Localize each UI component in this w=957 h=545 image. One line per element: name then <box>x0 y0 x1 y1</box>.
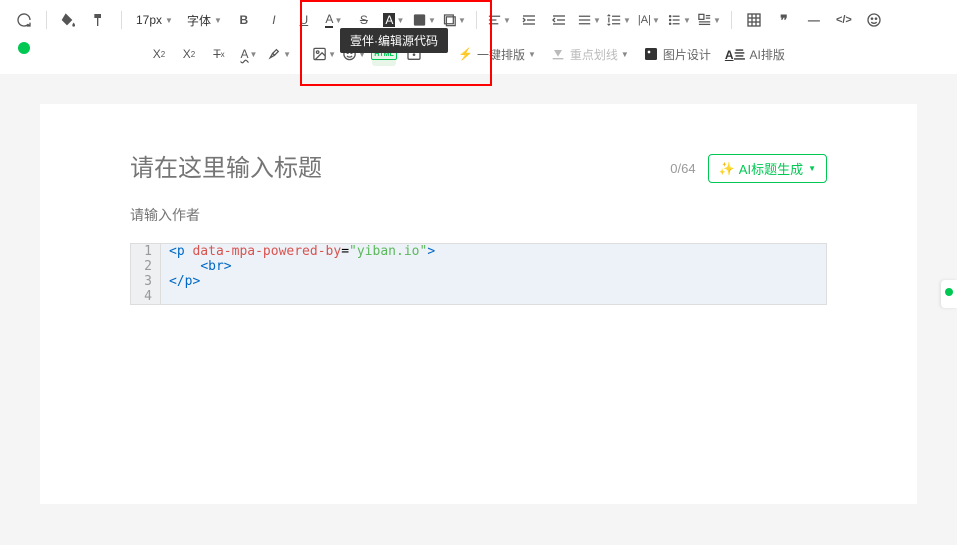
divider <box>301 45 302 63</box>
chevron-down-icon: ▼ <box>328 50 336 59</box>
code-line: 2 <br> <box>131 259 826 274</box>
hr-button[interactable]: — <box>802 8 826 32</box>
key-underline-button[interactable]: 重点划线▼ <box>546 46 633 63</box>
divider <box>476 11 477 29</box>
image-design-label: 图片设计 <box>663 46 711 63</box>
align-justify-button[interactable]: ▼ <box>577 8 601 32</box>
tooltip: 壹伴·编辑源代码 <box>340 28 448 53</box>
chevron-down-icon: ▼ <box>528 50 536 59</box>
chevron-down-icon: ▼ <box>713 16 721 25</box>
line-content[interactable]: </p> <box>161 274 826 289</box>
chevron-down-icon: ▼ <box>683 16 691 25</box>
underline-button[interactable]: U <box>292 8 316 32</box>
ai-title-label: AI标题生成 <box>739 159 803 178</box>
font-size-value: 17px <box>136 13 162 27</box>
code-line: 4 <box>131 289 826 304</box>
chevron-down-icon: ▼ <box>334 16 342 25</box>
chevron-down-icon: ▼ <box>396 16 404 25</box>
ai-title-generate-button[interactable]: ✨ AI标题生成 ▼ <box>708 154 827 183</box>
table-button[interactable] <box>742 8 766 32</box>
line-number: 1 <box>131 244 161 259</box>
divider <box>121 11 122 29</box>
code-line: 3 </p> <box>131 274 826 289</box>
chevron-down-icon: ▼ <box>621 50 629 59</box>
divider <box>731 11 732 29</box>
line-number: 3 <box>131 274 161 289</box>
line-content[interactable] <box>161 289 826 304</box>
indent-button[interactable] <box>517 8 541 32</box>
editor-content: 0/64 ✨ AI标题生成 ▼ 1 <p data-mpa-powered-by… <box>40 104 917 504</box>
title-input[interactable] <box>130 155 670 183</box>
redo-icon[interactable] <box>12 8 36 32</box>
title-counter: 0/64 <box>670 161 695 176</box>
chevron-down-icon: ▼ <box>503 16 511 25</box>
font-family-select[interactable]: 字体▼ <box>183 12 226 29</box>
one-click-layout-button[interactable]: ⚡一键排版▼ <box>454 46 540 63</box>
line-number: 4 <box>131 289 161 304</box>
chevron-down-icon: ▼ <box>652 16 660 25</box>
magic-icon: ✨ <box>719 161 735 177</box>
text-effect-button[interactable]: A▼ <box>237 42 261 66</box>
paint-bucket-icon[interactable] <box>57 8 81 32</box>
code-button[interactable]: </> <box>832 8 856 32</box>
line-content[interactable]: <p data-mpa-powered-by="yiban.io"> <box>161 244 826 259</box>
superscript-button[interactable]: X2 <box>147 42 171 66</box>
main-toolbar: 壹伴·编辑源代码 17px▼ 字体▼ B I U A▼ S A▼ ▼ ▼ ▼ ▼… <box>0 0 957 74</box>
align-left-button[interactable]: ▼ <box>487 8 511 32</box>
line-number: 2 <box>131 259 161 274</box>
chevron-down-icon: ▼ <box>593 16 601 25</box>
image-button[interactable]: ▼ <box>312 42 336 66</box>
ai-layout-button[interactable]: A亖AI排版 <box>721 46 789 63</box>
list-button[interactable]: ▼ <box>667 8 691 32</box>
chevron-down-icon: ▼ <box>428 16 436 25</box>
emoji-button[interactable] <box>862 8 886 32</box>
code-editor[interactable]: 1 <p data-mpa-powered-by="yiban.io"> 2 <… <box>130 243 827 305</box>
chevron-down-icon: ▼ <box>250 50 258 59</box>
chevron-down-icon: ▼ <box>458 16 466 25</box>
bold-button[interactable]: B <box>232 8 256 32</box>
image-design-button[interactable]: 图片设计 <box>639 46 715 63</box>
brush-button[interactable]: ▼ <box>267 42 291 66</box>
line-spacing-button[interactable]: ▼ <box>607 8 631 32</box>
font-family-value: 字体 <box>187 12 211 29</box>
side-panel[interactable] <box>941 280 957 308</box>
one-click-layout-label: 一键排版 <box>477 46 525 63</box>
italic-button[interactable]: I <box>262 8 286 32</box>
key-underline-label: 重点划线 <box>570 46 618 63</box>
chevron-down-icon: ▼ <box>214 16 222 25</box>
chevron-down-icon: ▼ <box>283 50 291 59</box>
outdent-button[interactable] <box>547 8 571 32</box>
format-painter-icon[interactable] <box>87 8 111 32</box>
code-line: 1 <p data-mpa-powered-by="yiban.io"> <box>131 244 826 259</box>
title-row: 0/64 ✨ AI标题生成 ▼ <box>130 154 827 183</box>
divider <box>46 11 47 29</box>
line-content[interactable]: <br> <box>161 259 826 274</box>
chevron-down-icon: ▼ <box>165 16 173 25</box>
ai-layout-label: AI排版 <box>750 46 785 63</box>
status-dot <box>18 42 30 54</box>
side-status-dot <box>945 288 953 296</box>
letter-spacing-button[interactable]: |A|▼ <box>637 8 661 32</box>
float-button[interactable]: ▼ <box>697 8 721 32</box>
clear-format-button[interactable]: Tx <box>207 42 231 66</box>
font-size-select[interactable]: 17px▼ <box>132 13 177 27</box>
author-input[interactable] <box>130 207 311 223</box>
chevron-down-icon: ▼ <box>808 164 816 173</box>
subscript-button[interactable]: X2 <box>177 42 201 66</box>
chevron-down-icon: ▼ <box>623 16 631 25</box>
toolbar-row-1: 17px▼ 字体▼ B I U A▼ S A▼ ▼ ▼ ▼ ▼ ▼ |A|▼ ▼… <box>12 8 945 32</box>
quote-button[interactable]: ❞ <box>772 8 796 32</box>
toolbar-row-2: X2 X2 Tx A▼ ▼ ▼ ▼ HTML ⚡一键排版▼ 重点划线▼ 图片设计… <box>12 42 945 66</box>
